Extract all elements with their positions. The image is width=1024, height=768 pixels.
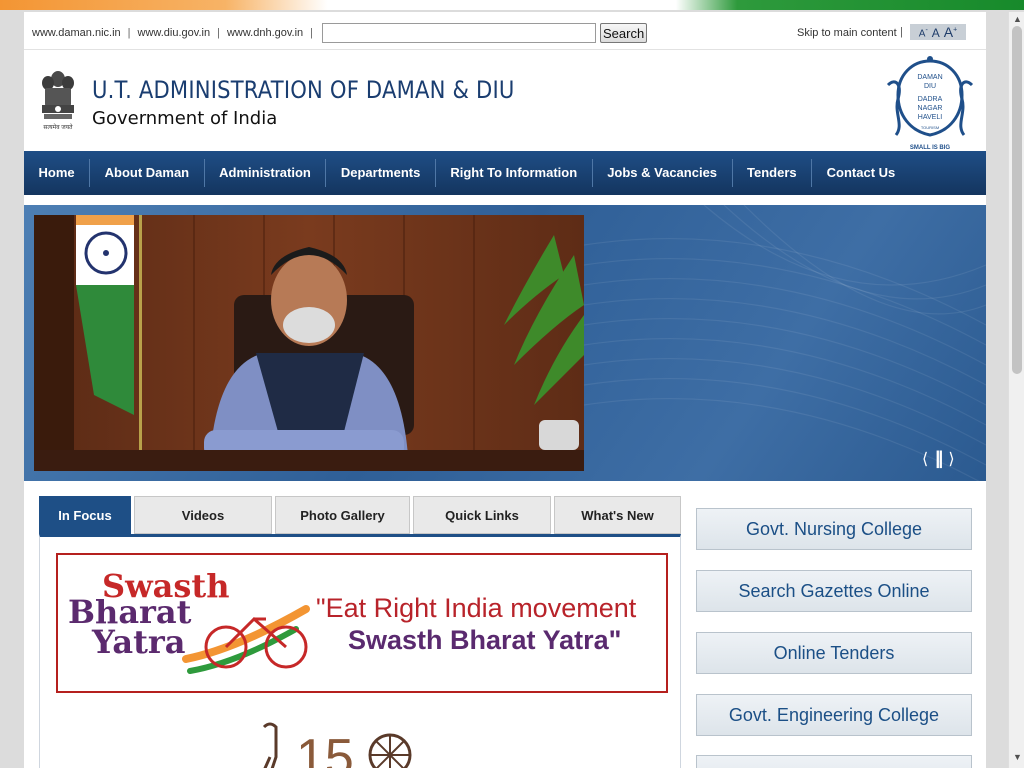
separator: |: [127, 27, 131, 39]
utility-bar: www.daman.nic.in | www.diu.gov.in | www.…: [24, 12, 986, 50]
tab-panel-in-focus: Swasth Bharat Yatra "Eat Right India mov…: [39, 534, 681, 768]
page-scrollbar[interactable]: ▲ ▼: [1008, 12, 1024, 768]
banner-quote-line1: "Eat Right India movement: [316, 593, 637, 623]
scrollbar-thumb[interactable]: [1012, 26, 1022, 374]
svg-text:15: 15: [296, 729, 354, 768]
main-nav: Home About Daman Administration Departme…: [24, 151, 986, 195]
nav-about-daman[interactable]: About Daman: [90, 159, 205, 187]
hero-photo: [34, 215, 584, 471]
main-content: In Focus Videos Photo Gallery Quick Link…: [24, 481, 986, 768]
nav-home[interactable]: Home: [24, 159, 91, 187]
site-header: सत्यमेव जयते U.T. ADMINISTRATION OF DAMA…: [24, 51, 986, 151]
national-emblem-icon[interactable]: सत्यमेव जयते: [39, 67, 77, 133]
prev-icon[interactable]: ⟨: [922, 449, 928, 469]
nav-right-to-information[interactable]: Right To Information: [436, 159, 593, 187]
tab-videos[interactable]: Videos: [134, 496, 272, 534]
banner-quote-line2: Swasth Bharat Yatra": [348, 625, 622, 655]
scroll-down-icon[interactable]: ▼: [1013, 752, 1022, 762]
page-container: www.daman.nic.in | www.diu.gov.in | www.…: [24, 12, 986, 768]
link-diu[interactable]: www.diu.gov.in: [138, 27, 211, 39]
font-increase-button[interactable]: A+: [944, 25, 957, 39]
logo-line: NAGAR: [918, 105, 943, 112]
tourism-logo[interactable]: DAMAN DIU DADRA NAGAR HAVELI TOURISM SMA…: [882, 55, 978, 153]
font-size-controls: A- A A+: [910, 24, 966, 40]
logo-line: DADRA: [918, 96, 943, 103]
gandhi-150-banner[interactable]: 15: [240, 717, 440, 768]
pause-icon[interactable]: ||: [935, 448, 943, 469]
tab-whats-new[interactable]: What's New: [554, 496, 681, 534]
swasth-bharat-banner[interactable]: Swasth Bharat Yatra "Eat Right India mov…: [56, 553, 668, 693]
separator: |: [900, 26, 903, 38]
tab-bar: In Focus Videos Photo Gallery Quick Link…: [39, 496, 681, 534]
emblem-motto: सत्यमेव जयते: [43, 123, 73, 131]
font-decrease-button[interactable]: A-: [919, 27, 928, 39]
nav-administration[interactable]: Administration: [205, 159, 327, 187]
search-gazettes-online-button[interactable]: Search Gazettes Online: [696, 570, 972, 612]
hero-slider: ⟨ || ⟩: [24, 205, 986, 481]
external-links: www.daman.nic.in | www.diu.gov.in | www.…: [32, 27, 320, 39]
nav-departments[interactable]: Departments: [326, 159, 436, 187]
tab-in-focus[interactable]: In Focus: [39, 496, 131, 534]
search-input[interactable]: [322, 23, 596, 43]
tricolor-strip: [0, 0, 1024, 10]
skip-to-main-link[interactable]: Skip to main content: [797, 27, 897, 39]
nav-contact-us[interactable]: Contact Us: [812, 159, 910, 187]
separator: |: [310, 27, 314, 39]
govt-engineering-college-button[interactable]: Govt. Engineering College: [696, 694, 972, 736]
font-normal-button[interactable]: A: [932, 27, 940, 39]
nav-jobs-vacancies[interactable]: Jobs & Vacancies: [593, 159, 733, 187]
link-dnh[interactable]: www.dnh.gov.in: [227, 27, 303, 39]
slider-controls: ⟨ || ⟩: [922, 448, 955, 469]
logo-tourism: TOURISM: [921, 125, 939, 130]
link-daman[interactable]: www.daman.nic.in: [32, 27, 121, 39]
tab-quick-links[interactable]: Quick Links: [413, 496, 551, 534]
banner-brand-line3: Yatra: [92, 623, 186, 661]
centrally-sponsored-schemes-button[interactable]: Centrally Sponsored Schemes: [696, 755, 972, 768]
site-title: U.T. ADMINISTRATION OF DAMAN & DIU: [92, 76, 515, 104]
scroll-up-icon[interactable]: ▲: [1013, 14, 1022, 24]
search-button[interactable]: Search: [600, 23, 648, 43]
online-tenders-button[interactable]: Online Tenders: [696, 632, 972, 674]
tab-photo-gallery[interactable]: Photo Gallery: [275, 496, 410, 534]
nav-tenders[interactable]: Tenders: [733, 159, 813, 187]
separator: |: [217, 27, 220, 39]
logo-line: DAMAN: [917, 74, 942, 81]
site-subtitle: Government of India: [92, 108, 278, 129]
logo-line: DIU: [924, 83, 936, 90]
hero-background-pattern: [584, 205, 986, 481]
next-icon[interactable]: ⟩: [948, 449, 954, 469]
govt-nursing-college-button[interactable]: Govt. Nursing College: [696, 508, 972, 550]
logo-line: HAVELI: [918, 114, 942, 121]
